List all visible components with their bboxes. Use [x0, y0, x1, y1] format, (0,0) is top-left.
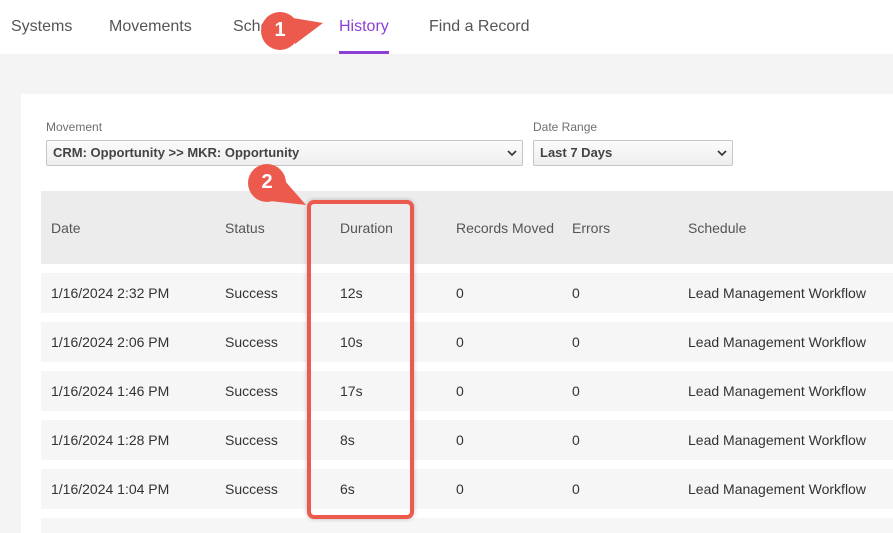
- table-row[interactable]: 1/16/2024 2:32 PM Success 12s 0 0 Lead M…: [41, 273, 893, 313]
- date-range-select-value: Last 7 Days: [540, 145, 613, 160]
- chevron-down-icon: [717, 150, 727, 157]
- table-row[interactable]: 1/16/2024 1:28 PM Success 8s 0 0 Lead Ma…: [41, 420, 893, 460]
- cell-errors: 0: [572, 432, 580, 448]
- cell-status: Success: [225, 481, 278, 497]
- table-row-partial[interactable]: [41, 518, 893, 533]
- movement-label: Movement: [46, 120, 103, 134]
- table-row[interactable]: 1/16/2024 1:46 PM Success 17s 0 0 Lead M…: [41, 371, 893, 411]
- cell-date: 1/16/2024 1:28 PM: [51, 432, 170, 448]
- cell-errors: 0: [572, 285, 580, 301]
- tab-history[interactable]: History: [339, 18, 389, 36]
- cell-schedule: Lead Management Workflow: [688, 432, 866, 448]
- cell-date: 1/16/2024 2:32 PM: [51, 285, 170, 301]
- cell-schedule: Lead Management Workflow: [688, 334, 866, 350]
- cell-records-moved: 0: [456, 481, 464, 497]
- cell-status: Success: [225, 285, 278, 301]
- cell-schedule: Lead Management Workflow: [688, 481, 866, 497]
- date-range-select[interactable]: Last 7 Days: [533, 140, 733, 166]
- cell-date: 1/16/2024 2:06 PM: [51, 334, 170, 350]
- date-range-label: Date Range: [533, 120, 598, 134]
- cell-date: 1/16/2024 1:04 PM: [51, 481, 170, 497]
- active-tab-indicator: [339, 51, 389, 54]
- cell-errors: 0: [572, 383, 580, 399]
- cell-records-moved: 0: [456, 383, 464, 399]
- tab-systems[interactable]: Systems: [11, 18, 72, 36]
- column-header-status[interactable]: Status: [225, 220, 265, 236]
- chevron-down-icon: [507, 150, 517, 157]
- cell-schedule: Lead Management Workflow: [688, 383, 866, 399]
- marker-1-number: 1: [274, 19, 286, 41]
- marker-2-number: 2: [261, 171, 273, 193]
- table-row[interactable]: 1/16/2024 1:04 PM Success 6s 0 0 Lead Ma…: [41, 469, 893, 509]
- cell-schedule: Lead Management Workflow: [688, 285, 866, 301]
- history-panel: Movement CRM: Opportunity >> MKR: Opport…: [21, 94, 893, 533]
- cell-status: Success: [225, 432, 278, 448]
- movement-select-value: CRM: Opportunity >> MKR: Opportunity: [53, 145, 300, 160]
- annotation-marker-2: 2: [248, 163, 306, 207]
- table-header: Date Status Duration Records Moved Error…: [41, 191, 893, 264]
- cell-status: Success: [225, 383, 278, 399]
- cell-errors: 0: [572, 481, 580, 497]
- cell-records-moved: 0: [456, 285, 464, 301]
- column-header-records-moved[interactable]: Records Moved: [456, 220, 554, 236]
- duration-column-highlight: [307, 200, 414, 519]
- table-row[interactable]: 1/16/2024 2:06 PM Success 10s 0 0 Lead M…: [41, 322, 893, 362]
- annotation-marker-1: 1: [261, 11, 323, 55]
- tab-movements[interactable]: Movements: [109, 18, 192, 36]
- column-header-date[interactable]: Date: [51, 220, 81, 236]
- cell-errors: 0: [572, 334, 580, 350]
- cell-records-moved: 0: [456, 432, 464, 448]
- column-header-schedule[interactable]: Schedule: [688, 220, 746, 236]
- cell-records-moved: 0: [456, 334, 464, 350]
- top-navigation: Systems Movements Sche History Find a Re…: [0, 0, 893, 54]
- cell-status: Success: [225, 334, 278, 350]
- cell-date: 1/16/2024 1:46 PM: [51, 383, 170, 399]
- column-header-errors[interactable]: Errors: [572, 220, 610, 236]
- tab-find-a-record[interactable]: Find a Record: [429, 18, 530, 36]
